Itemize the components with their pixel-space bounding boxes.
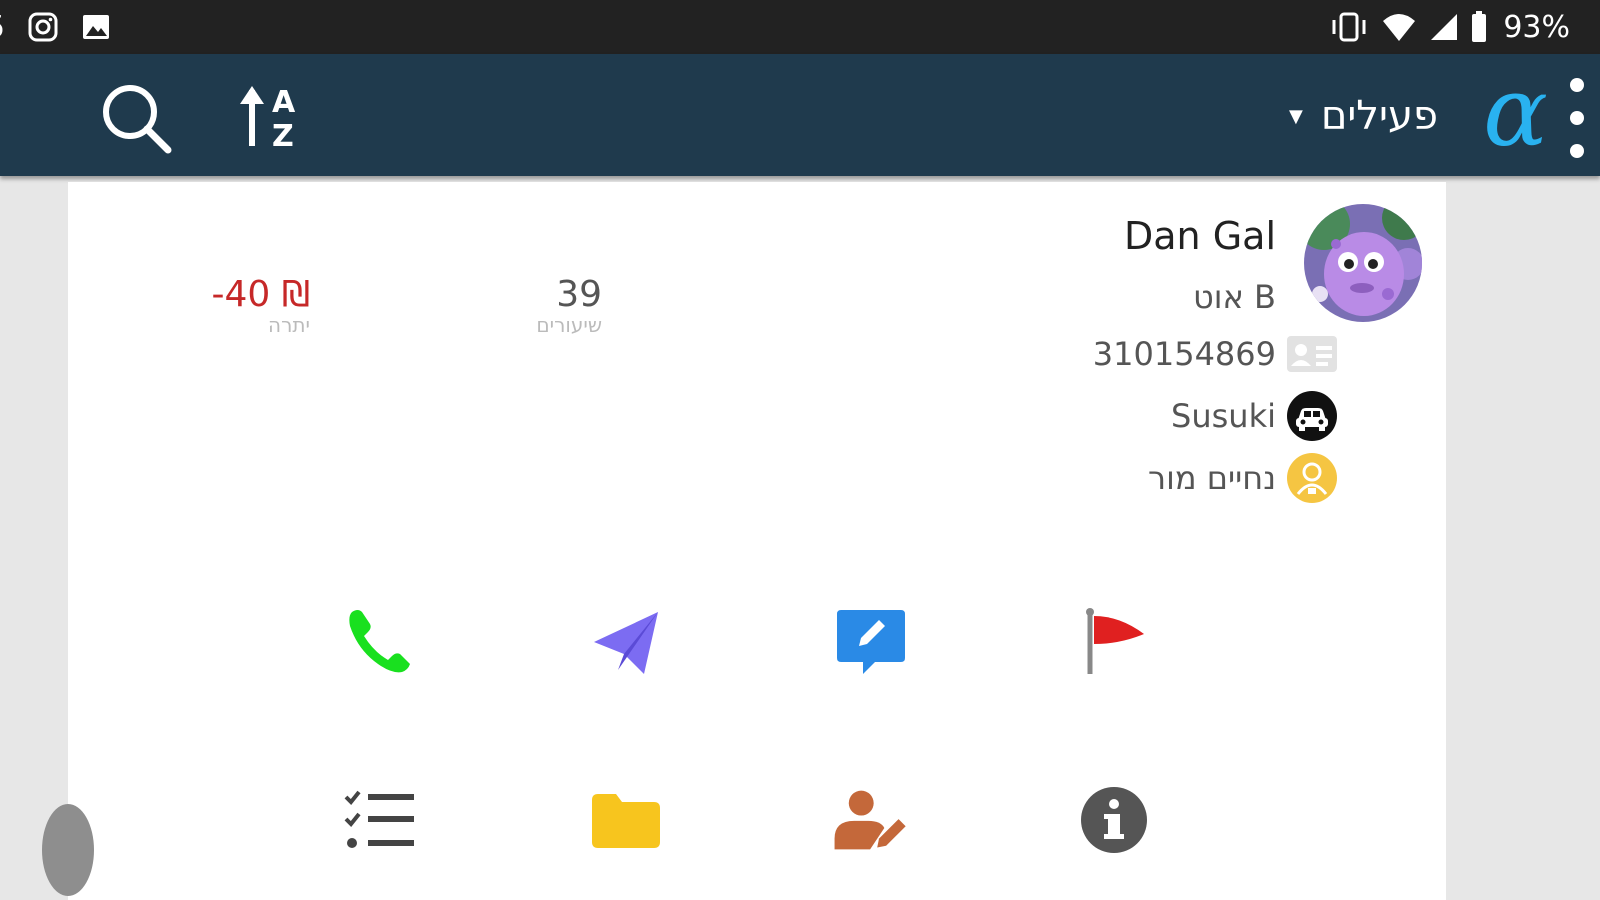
more-dot-icon bbox=[1570, 111, 1584, 125]
sort-az-button[interactable]: A Z bbox=[236, 82, 316, 154]
balance-stat: -40 ₪ יתרה bbox=[140, 274, 310, 337]
lessons-label: שיעורים bbox=[536, 313, 602, 337]
edit-user-icon bbox=[834, 790, 906, 850]
car-icon bbox=[1286, 390, 1338, 442]
add-note-button[interactable] bbox=[831, 602, 911, 682]
caret-down-icon: ▼ bbox=[1288, 105, 1303, 127]
teacher-name: נחיים מור bbox=[1148, 459, 1276, 497]
status-left: 5 bbox=[0, 8, 133, 46]
files-button[interactable] bbox=[586, 780, 666, 860]
instagram-icon bbox=[27, 11, 59, 43]
student-card: Dan Gal B אוט 310154869 Susuki נחיים מור… bbox=[42, 182, 1446, 900]
vehicle-name: Susuki bbox=[1171, 397, 1276, 435]
lessons-stat: 39 שיעורים bbox=[446, 274, 602, 337]
more-dot-icon bbox=[1570, 144, 1584, 158]
search-button[interactable] bbox=[98, 80, 178, 160]
battery-percent: 93% bbox=[1503, 9, 1570, 45]
avatar-image bbox=[1304, 204, 1422, 322]
info-icon bbox=[1081, 787, 1147, 853]
flag-button[interactable] bbox=[1074, 602, 1154, 682]
lessons-count: 39 bbox=[556, 274, 602, 315]
status-fragment: 5 bbox=[0, 10, 5, 45]
svg-text:Z: Z bbox=[272, 119, 294, 154]
teacher-icon bbox=[1286, 452, 1338, 504]
balance-value: -40 ₪ bbox=[211, 274, 310, 315]
status-bar: 5 93% bbox=[0, 0, 1600, 54]
svg-text:A: A bbox=[272, 85, 296, 120]
send-message-button[interactable] bbox=[586, 602, 666, 682]
id-row: 310154869 bbox=[1092, 326, 1337, 382]
status-right: 93% bbox=[1329, 8, 1570, 46]
tasks-button[interactable] bbox=[340, 780, 420, 860]
search-icon bbox=[103, 85, 172, 154]
id-card-icon bbox=[1286, 328, 1338, 380]
vehicle-row: Susuki bbox=[1171, 388, 1337, 444]
phone-icon bbox=[349, 610, 410, 673]
note-icon bbox=[837, 610, 905, 674]
license-category: B אוט bbox=[1193, 278, 1276, 316]
side-drawer-handle[interactable] bbox=[42, 804, 94, 896]
app-logo: α bbox=[1483, 56, 1548, 168]
vibrate-icon bbox=[1329, 11, 1369, 43]
filter-label: פעילים bbox=[1320, 93, 1438, 139]
wifi-icon bbox=[1381, 11, 1417, 43]
info-button[interactable] bbox=[1074, 780, 1154, 860]
call-button[interactable] bbox=[340, 602, 420, 682]
overflow-menu-button[interactable] bbox=[1562, 78, 1592, 158]
sort-az-icon: A Z bbox=[240, 85, 296, 154]
signal-icon bbox=[1429, 12, 1459, 42]
folder-icon bbox=[592, 794, 660, 848]
balance-label: יתרה bbox=[268, 313, 310, 337]
more-dot-icon bbox=[1570, 78, 1584, 92]
send-icon bbox=[594, 612, 658, 674]
battery-icon bbox=[1471, 11, 1487, 43]
teacher-row: נחיים מור bbox=[1148, 450, 1337, 506]
app-bar: A Z פעילים ▼ α bbox=[0, 54, 1600, 176]
student-name: Dan Gal bbox=[1124, 214, 1276, 258]
flag-icon bbox=[1086, 608, 1144, 674]
id-number: 310154869 bbox=[1092, 335, 1276, 373]
status-filter-dropdown[interactable]: פעילים ▼ bbox=[1289, 86, 1438, 146]
image-icon bbox=[81, 12, 111, 42]
checklist-icon bbox=[344, 790, 414, 848]
edit-student-button[interactable] bbox=[831, 780, 911, 860]
avatar[interactable] bbox=[1304, 204, 1422, 322]
